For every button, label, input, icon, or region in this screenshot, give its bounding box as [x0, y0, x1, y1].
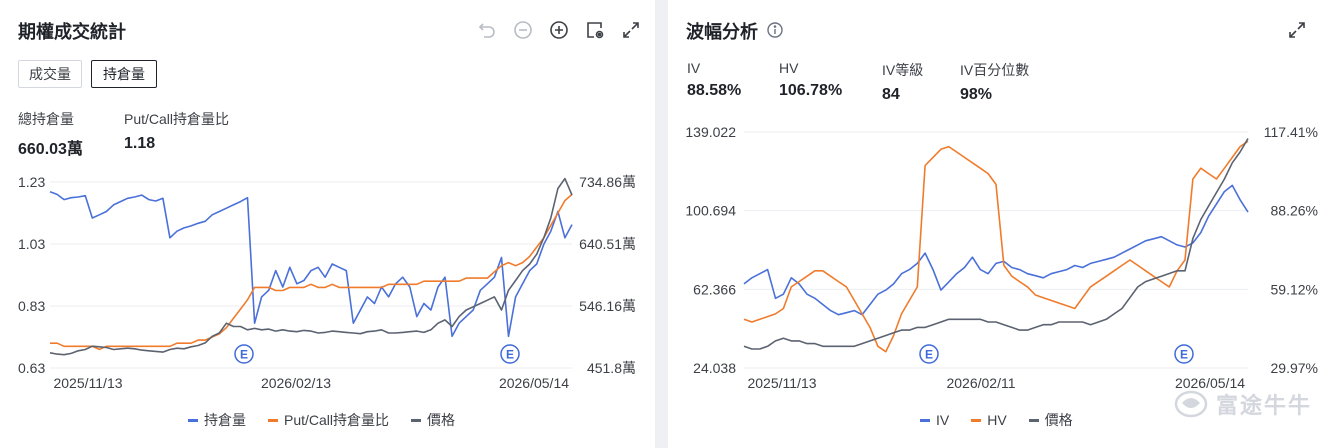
- options-stats-panel: 期權成交統計 成交量 持倉量 總持倉量 660.03萬 Put/Call持倉量比…: [0, 0, 655, 448]
- y-tick-label-right: 59.12%: [1271, 281, 1318, 297]
- legend-label: Put/Call持倉量比: [284, 412, 390, 428]
- y-tick-label-right: 640.51萬: [579, 236, 636, 252]
- stat-value: 660.03萬: [18, 141, 83, 158]
- chart-legend: IV HV 價格: [920, 410, 1073, 430]
- event-marker-label: E: [506, 348, 514, 362]
- info-icon[interactable]: [766, 21, 784, 39]
- event-marker[interactable]: E: [234, 344, 254, 364]
- stat-total-oi: 總持倉量 660.03萬: [18, 109, 83, 159]
- x-tick-label: 2026/02/13: [261, 375, 331, 391]
- expand-icon[interactable]: [1285, 18, 1309, 42]
- legend-label: IV: [936, 412, 950, 428]
- chart-legend: 持倉量 Put/Call持倉量比 價格: [188, 410, 455, 430]
- legend-iv[interactable]: IV: [920, 410, 949, 430]
- legend-price[interactable]: 價格: [1028, 410, 1073, 430]
- stat-value: 1.18: [124, 135, 156, 152]
- stat-label: IV百分位數: [960, 62, 1030, 78]
- x-tick-label: 2025/11/13: [747, 375, 816, 391]
- stat-put-call-ratio: Put/Call持倉量比 1.18: [124, 109, 229, 153]
- panel-title: 波幅分析: [686, 22, 758, 42]
- stat-iv-percentile: IV百分位數 98%: [960, 60, 1029, 104]
- legend-open-interest[interactable]: 持倉量: [188, 410, 246, 430]
- y-tick-label-left: 24.038: [693, 360, 736, 376]
- y-tick-label-right: 734.86萬: [579, 174, 636, 190]
- event-marker-label: E: [925, 348, 933, 362]
- event-marker[interactable]: E: [919, 344, 939, 364]
- event-marker-label: E: [240, 348, 248, 362]
- x-tick-label: 2026/02/11: [946, 375, 1015, 391]
- watermark: 富途牛牛: [1174, 388, 1312, 420]
- watermark-text: 富途牛牛: [1215, 393, 1312, 418]
- legend-label: HV: [987, 412, 1007, 428]
- y-tick-label-left: 1.23: [18, 174, 45, 190]
- y-tick-label-right: 88.26%: [1271, 203, 1318, 219]
- stat-label: HV: [779, 60, 799, 76]
- stat-label: IV: [687, 60, 701, 76]
- legend-swatch: [188, 418, 198, 422]
- y-tick-label-left: 62.366: [693, 281, 736, 297]
- event-marker-label: E: [1180, 348, 1188, 362]
- x-tick-label: 2025/11/13: [53, 375, 122, 391]
- legend-price[interactable]: 價格: [411, 410, 455, 430]
- event-marker[interactable]: E: [500, 344, 520, 364]
- stat-value: 84: [882, 86, 900, 103]
- y-tick-label-right: 29.97%: [1271, 360, 1318, 376]
- volatility-panel: 波幅分析 IV 88.58% HV 106.78% IV等級 84 IV百分位數…: [668, 0, 1320, 448]
- legend-swatch: [971, 418, 982, 422]
- stat-iv: IV 88.58%: [687, 60, 741, 100]
- x-tick-label: 2026/05/14: [499, 375, 569, 391]
- legend-label: 價格: [1044, 412, 1073, 428]
- y-tick-label-left: 0.63: [18, 360, 45, 376]
- legend-put-call-ratio[interactable]: Put/Call持倉量比: [268, 410, 389, 430]
- y-tick-label-left: 1.03: [18, 236, 45, 252]
- legend-label: 價格: [427, 412, 456, 428]
- legend-label: 持倉量: [204, 412, 246, 428]
- futu-logo-icon: [1174, 390, 1208, 418]
- chart-settings-icon[interactable]: [583, 18, 607, 42]
- volatility-chart[interactable]: 139.022 100.694 62.366 24.038 117.41% 88.26% 5…: [668, 120, 1320, 395]
- stat-hv: HV 106.78%: [779, 60, 842, 100]
- stat-label: IV等級: [882, 62, 924, 78]
- undo-icon[interactable]: [475, 18, 499, 42]
- series-line-0[interactable]: [49, 191, 573, 338]
- y-tick-label-left: 100.694: [685, 203, 736, 219]
- y-tick-label-right: 117.41%: [1264, 124, 1318, 140]
- open-interest-chart[interactable]: 1.23 1.03 0.83 0.63 734.86萬 640.51萬 546.16萬 451…: [0, 170, 655, 400]
- chart-toolbar: [475, 18, 643, 42]
- y-tick-label-right: 451.8萬: [587, 360, 636, 376]
- series-line-0[interactable]: [743, 184, 1249, 316]
- legend-hv[interactable]: HV: [971, 410, 1007, 430]
- tab-open-interest[interactable]: 持倉量: [91, 60, 157, 88]
- legend-swatch: [411, 418, 422, 422]
- stat-value: 106.78%: [779, 82, 843, 99]
- y-tick-label-left: 0.83: [18, 298, 45, 314]
- legend-swatch: [268, 418, 278, 422]
- series-line-2[interactable]: [49, 177, 573, 356]
- stat-iv-rank: IV等級 84: [882, 60, 923, 104]
- event-marker[interactable]: E: [1174, 344, 1194, 364]
- stat-value: 88.58%: [687, 82, 742, 99]
- stat-label: 總持倉量: [18, 111, 74, 127]
- zoom-in-icon[interactable]: [547, 18, 571, 42]
- legend-swatch: [920, 418, 930, 422]
- zoom-out-icon[interactable]: [511, 18, 535, 42]
- series-line-2[interactable]: [743, 138, 1249, 350]
- legend-swatch: [1028, 418, 1039, 422]
- series-line-1[interactable]: [743, 140, 1249, 353]
- tab-volume[interactable]: 成交量: [18, 60, 82, 88]
- expand-icon[interactable]: [619, 18, 643, 42]
- stat-label: Put/Call持倉量比: [124, 111, 230, 127]
- y-tick-label-right: 546.16萬: [579, 298, 636, 314]
- y-tick-label-left: 139.022: [685, 124, 736, 140]
- stat-value: 98%: [960, 86, 993, 103]
- panel-title: 期權成交統計: [18, 22, 126, 42]
